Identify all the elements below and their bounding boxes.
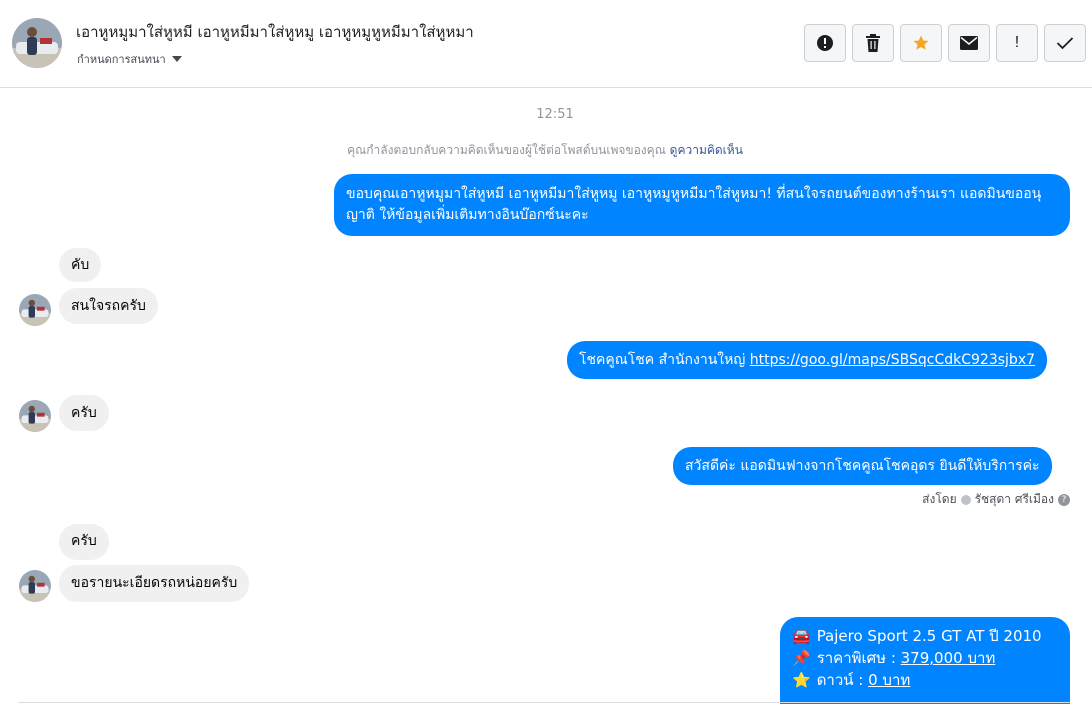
star-icon <box>913 35 929 50</box>
message-text: ขอรายนะเอียดรถหน่อยครับ <box>71 575 238 591</box>
reply-notice: คุณกำลังตอบกลับความคิดเห็นของผู้ใช้ต่อโพ… <box>0 141 1090 160</box>
verified-dot-icon <box>960 494 971 505</box>
car-model-line: 🚘 Pajero Sport 2.5 GT AT ปี 2010 <box>792 625 1058 647</box>
incoming-message[interactable]: ขอรายนะเอียดรถหน่อยครับ <box>59 565 250 602</box>
mark-unread-button[interactable] <box>948 24 990 62</box>
mark-done-button[interactable] <box>1044 24 1086 62</box>
message-thread[interactable]: 12:51 คุณกำลังตอบกลับความคิดเห็นของผู้ใช… <box>0 88 1092 704</box>
down-payment-label: ดาวน์ : <box>816 671 869 689</box>
pin-icon: 📌 <box>792 649 811 667</box>
alert-circle-icon <box>817 35 833 51</box>
car-icon: 🚘 <box>792 627 811 645</box>
incoming-message[interactable]: คับ <box>59 248 102 282</box>
conversation-toolbar: ! <box>804 24 1086 62</box>
incoming-message[interactable]: ครับ <box>59 524 109 560</box>
outgoing-message[interactable]: สวัสดีค่ะ แอดมินฟางจากโชคคูณโชคอุดร ยินด… <box>673 447 1052 485</box>
follow-up-button[interactable]: ! <box>996 24 1038 62</box>
help-icon[interactable]: ? <box>1058 493 1070 506</box>
price-value: 379,000 บาท <box>900 649 996 667</box>
car-offer-message[interactable]: 🚘 Pajero Sport 2.5 GT AT ปี 2010 📌 ราคาพ… <box>780 617 1070 704</box>
contact-avatar[interactable] <box>12 18 62 68</box>
message-text: ครับ <box>71 533 97 549</box>
sent-by-label: ส่งโดย <box>922 492 957 506</box>
sender-avatar[interactable] <box>19 400 51 432</box>
message-timestamp: 12:51 <box>536 107 574 122</box>
message-text: สนใจรถครับ <box>71 298 146 314</box>
mark-spam-button[interactable] <box>804 24 846 62</box>
assign-label: กำหนดการสนทนา <box>77 53 166 66</box>
message-text: สวัสดีค่ะ แอดมินฟางจากโชคคูณโชคอุดร ยินด… <box>685 458 1040 474</box>
car-model: Pajero Sport 2.5 GT AT ปี 2010 <box>816 627 1042 645</box>
message-text: ครับ <box>71 405 97 421</box>
reply-notice-text: คุณกำลังตอบกลับความคิดเห็นของผู้ใช้ต่อโพ… <box>347 143 666 157</box>
sender-avatar[interactable] <box>19 570 51 602</box>
delete-button[interactable] <box>852 24 894 62</box>
message-text: คับ <box>71 257 90 273</box>
incoming-message[interactable]: สนใจรถครับ <box>59 288 158 324</box>
view-comment-link[interactable]: ดูความคิดเห็น <box>670 143 743 157</box>
sender-avatar[interactable] <box>19 294 51 326</box>
map-link[interactable]: https://goo.gl/maps/SBSqcCdkC923sjbx7 <box>750 352 1035 368</box>
contact-name: เอาหูหมูมาใส่หูหมี เอาหูหมีมาใส่หูหมู เอ… <box>76 23 474 41</box>
outgoing-message[interactable]: ขอบคุณเอาหูหมูมาใส่หูหมี เอาหูหมีมาใส่หู… <box>334 174 1070 236</box>
down-payment-line: ⭐ ดาวน์ : 0 บาท <box>792 669 1058 691</box>
envelope-icon <box>960 36 978 50</box>
price-line: 📌 ราคาพิเศษ : 379,000 บาท <box>792 647 1058 669</box>
trash-icon <box>866 34 880 52</box>
sent-by-name: รัชสุดา ศรีเมือง <box>974 492 1054 506</box>
composer-divider <box>18 702 1070 703</box>
checkmark-icon <box>1056 37 1074 50</box>
incoming-message[interactable]: ครับ <box>59 395 109 431</box>
star-emoji-icon: ⭐ <box>792 671 811 689</box>
exclamation-icon: ! <box>1014 34 1020 51</box>
down-payment-value: 0 บาท <box>868 671 911 689</box>
message-text: ขอบคุณเอาหูหมูมาใส่หูหมี เอาหูหมีมาใส่หู… <box>346 186 1042 223</box>
price-label: ราคาพิเศษ : <box>816 649 901 667</box>
star-button[interactable] <box>900 24 942 62</box>
caret-down-icon <box>171 56 182 62</box>
sent-by-info: ส่งโดย รัชสุดา ศรีเมือง ? <box>922 490 1070 509</box>
assign-conversation-dropdown[interactable]: กำหนดการสนทนา <box>77 50 182 68</box>
outgoing-message[interactable]: โชคคูณโชค สำนักงานใหญ่ https://goo.gl/ma… <box>567 341 1048 379</box>
conversation-header: เอาหูหมูมาใส่หูหมี เอาหูหมีมาใส่หูหมู เอ… <box>0 0 1092 88</box>
message-text: โชคคูณโชค สำนักงานใหญ่ <box>579 352 750 368</box>
